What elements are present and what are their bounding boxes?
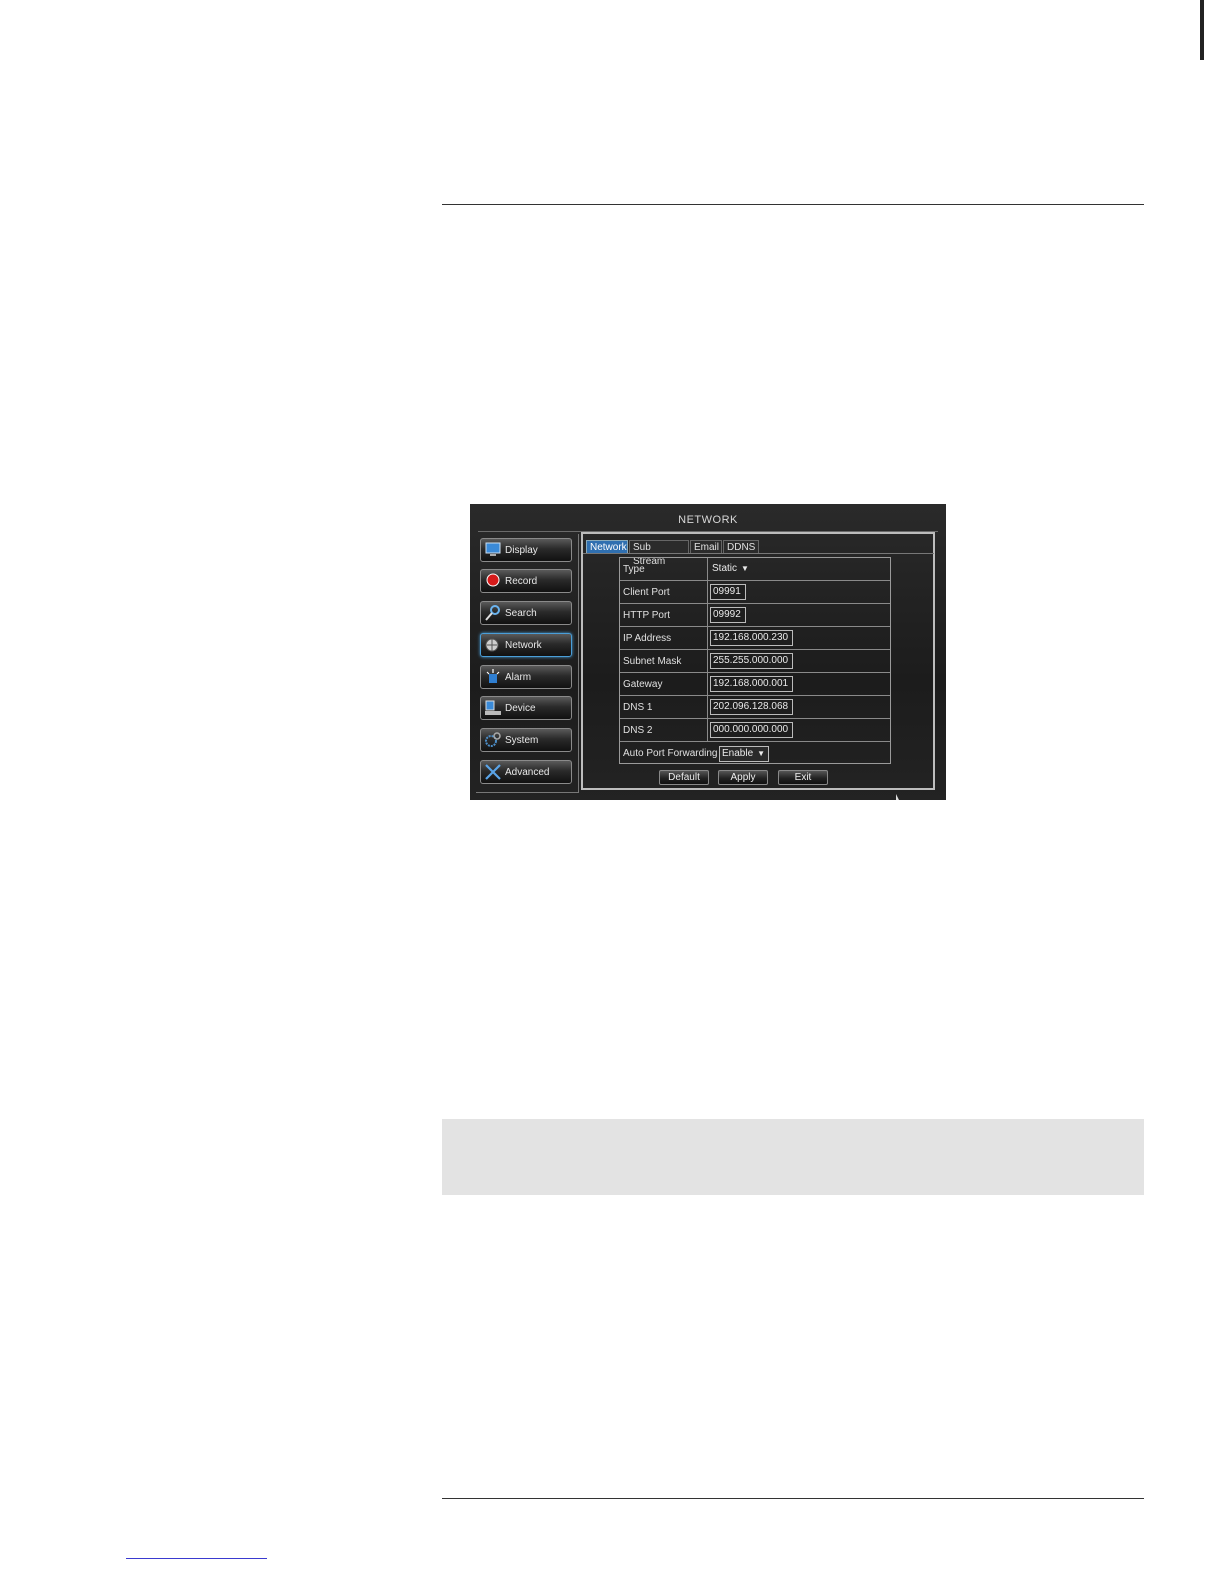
footer-link-underline [126,1558,267,1559]
sidebar-item-label: System [505,735,539,746]
table-row: Auto Port Forwarding Enable ▼ [620,742,890,765]
dns2-field[interactable]: 000.000.000.000 [710,722,793,738]
sidebar-item-search[interactable]: Search [480,601,572,625]
field-label: DNS 1 [623,702,653,713]
field-label: Auto Port Forwarding [623,748,718,759]
subnet-mask-field[interactable]: 255.255.000.000 [710,653,793,669]
dns1-field[interactable]: 202.096.128.068 [710,699,793,715]
sidebar-item-device[interactable]: Device [480,696,572,720]
gears-icon [485,732,501,747]
gateway-field[interactable]: 192.168.000.001 [710,676,793,692]
table-row: HTTP Port 09992 [620,604,890,627]
sidebar-item-display[interactable]: Display [480,538,572,562]
table-row: IP Address 192.168.000.230 [620,627,890,650]
field-label: HTTP Port [623,610,671,621]
page-edge-mark [1200,0,1204,60]
sidebar-item-network[interactable]: Network [480,633,572,657]
table-row: DNS 1 202.096.128.068 [620,696,890,719]
auto-port-forwarding-value: Enable [722,748,754,759]
magnifier-icon [485,605,500,621]
sidebar-item-record[interactable]: Record [480,569,572,593]
field-label: Subnet Mask [623,656,682,667]
field-label: Client Port [623,587,670,598]
network-settings-table: Type Static ▼ Client Port 09991 HTTP Port… [619,557,891,764]
ip-address-field[interactable]: 192.168.000.230 [710,630,793,646]
field-label: Type [623,564,645,575]
type-value: Static [712,563,738,574]
exit-button[interactable]: Exit [778,770,828,785]
default-button[interactable]: Default [659,770,709,785]
chevron-down-icon: ▼ [757,749,766,758]
type-select[interactable]: Static ▼ [710,562,762,576]
sidebar-item-advanced[interactable]: Advanced [480,760,572,784]
tab-divider [583,553,934,554]
device-icon [485,700,501,715]
globe-icon [485,638,499,652]
record-icon [486,573,500,587]
table-row: DNS 2 000.000.000.000 [620,719,890,742]
sidebar-item-label: Advanced [505,767,550,778]
table-row: Client Port 09991 [620,581,890,604]
field-label: Gateway [623,679,663,690]
note-box [442,1119,1144,1195]
tab-email[interactable]: Email [690,540,722,554]
tools-icon [485,764,501,780]
auto-port-forwarding-select[interactable]: Enable ▼ [719,746,769,762]
table-row: Subnet Mask 255.255.000.000 [620,650,890,673]
chevron-down-icon: ▼ [741,564,749,573]
monitor-icon [485,542,501,556]
window-title: NETWORK [678,514,738,526]
apply-button[interactable]: Apply [718,770,768,785]
dvr-network-screenshot: NETWORK Display Record Search Network Al… [470,504,946,800]
sidebar-item-system[interactable]: System [480,728,572,752]
sidebar-item-label: Device [505,703,536,714]
http-port-field[interactable]: 09992 [710,607,746,623]
sidebar-item-label: Search [505,608,537,619]
field-label: DNS 2 [623,725,653,736]
mouse-cursor-icon [896,794,899,800]
tab-sub-stream[interactable]: Sub Stream [629,540,689,567]
sidebar-item-label: Record [505,576,538,587]
sidebar-item-alarm[interactable]: Alarm [480,665,572,689]
sidebar-item-label: Alarm [505,672,532,683]
footer-rule [442,1498,1144,1499]
table-row: Gateway 192.168.000.001 [620,673,890,696]
sidebar-item-label: Display [505,545,538,556]
header-rule [442,204,1144,205]
tab-network[interactable]: Network [586,540,628,554]
tab-ddns[interactable]: DDNS [723,540,759,554]
sidebar-item-label: Network [505,640,542,651]
field-label: IP Address [623,633,672,644]
client-port-field[interactable]: 09991 [710,584,746,600]
table-row: Type Static ▼ [620,558,890,581]
alarm-icon [486,669,500,683]
